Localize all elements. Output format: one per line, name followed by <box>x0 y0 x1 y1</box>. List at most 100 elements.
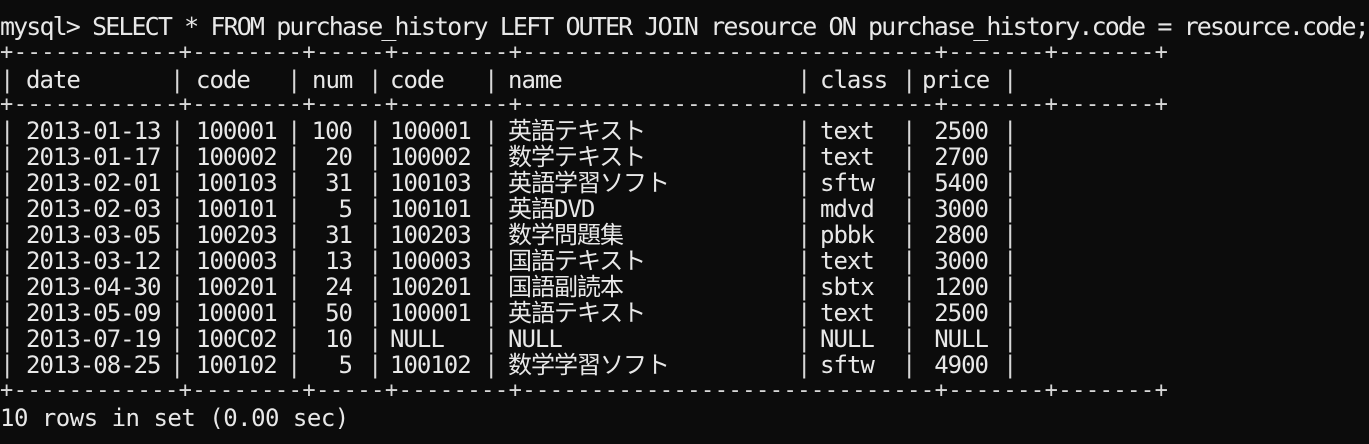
column-separator: | <box>0 299 15 327</box>
column-separator: | <box>0 143 15 171</box>
command-line: mysql> SELECT * FROM purchase_history LE… <box>0 10 1369 44</box>
column-separator: | <box>170 117 185 145</box>
column-separator: | <box>1003 299 1018 327</box>
price-cell: 2500 <box>934 299 989 327</box>
status-line: 10 rows in set (0.00 sec) <box>0 404 349 432</box>
column-separator: | <box>797 195 812 223</box>
column-separator: | <box>368 66 383 94</box>
resource-code-cell: 100003 <box>390 247 472 275</box>
column-separator: | <box>0 325 15 353</box>
resource-code-cell: 100001 <box>390 117 472 145</box>
class-cell: sftw <box>820 169 875 197</box>
column-separator: | <box>797 66 812 94</box>
column-separator: | <box>1003 247 1018 275</box>
column-separator: | <box>902 273 917 301</box>
resource-code-cell: 100203 <box>390 221 472 249</box>
num-cell: 5 <box>338 195 353 223</box>
column-separator: | <box>902 117 917 145</box>
column-separator: | <box>0 195 15 223</box>
column-separator: | <box>170 66 185 94</box>
column-separator: | <box>170 299 185 327</box>
resource-code-cell: 100101 <box>390 195 472 223</box>
class-cell: sbtx <box>820 273 875 301</box>
column-separator: | <box>902 325 917 353</box>
column-separator: | <box>1003 143 1018 171</box>
column-separator: | <box>797 299 812 327</box>
column-separator: | <box>1003 273 1018 301</box>
date-cell: 2013-02-03 <box>26 195 161 223</box>
table-border-top: +------------+--------+-----+--------+--… <box>0 40 1169 65</box>
table-border-bottom: +------------+--------+-----+--------+--… <box>0 378 1169 403</box>
column-header-class: class <box>820 66 888 94</box>
price-cell: 2500 <box>934 117 989 145</box>
column-separator: | <box>287 143 302 171</box>
column-separator: | <box>902 169 917 197</box>
column-header-num: num <box>312 66 353 94</box>
table-row: 2013-02-01 100103 31 100103 英語学習ソフト sftw 5400 |… <box>0 170 1020 196</box>
column-separator: | <box>1003 221 1018 249</box>
column-separator: | <box>902 299 917 327</box>
column-separator: | <box>902 351 917 379</box>
column-separator: | <box>368 195 383 223</box>
class-cell: mdvd <box>820 195 875 223</box>
price-cell: 3000 <box>934 247 989 275</box>
column-separator: | <box>170 325 185 353</box>
date-cell: 2013-03-05 <box>26 221 161 249</box>
column-separator: | <box>287 117 302 145</box>
terminal-window[interactable]: mysql> SELECT * FROM purchase_history LE… <box>0 0 1369 444</box>
column-separator: | <box>170 143 185 171</box>
resource-code-cell: 100201 <box>390 273 472 301</box>
column-separator: | <box>902 66 917 94</box>
column-separator: | <box>1003 351 1018 379</box>
column-separator: | <box>1003 325 1018 353</box>
column-separator: | <box>1003 117 1018 145</box>
class-cell: pbbk <box>820 221 875 249</box>
column-separator: | <box>797 143 812 171</box>
column-separator: | <box>797 169 812 197</box>
column-separator: | <box>484 247 499 275</box>
column-separator: | <box>170 247 185 275</box>
column-separator: | <box>368 299 383 327</box>
resource-code-cell: 100002 <box>390 143 472 171</box>
code-cell: 100103 <box>196 169 278 197</box>
column-separator: | <box>170 351 185 379</box>
code-cell: 100001 <box>196 117 278 145</box>
table-header-row: date code num code name class price | | | | | | | | <box>0 66 1020 94</box>
column-separator: | <box>484 143 499 171</box>
column-separator: | <box>170 195 185 223</box>
column-separator: | <box>484 66 499 94</box>
num-cell: 24 <box>325 273 353 301</box>
name-cell: NULL <box>508 325 563 353</box>
code-cell: 100102 <box>196 351 278 379</box>
resource-code-cell: 100001 <box>390 299 472 327</box>
column-separator: | <box>0 169 15 197</box>
column-separator: | <box>902 221 917 249</box>
mysql-prompt: mysql> <box>0 12 81 41</box>
column-separator: | <box>170 169 185 197</box>
class-cell: text <box>820 247 875 275</box>
code-cell: 100001 <box>196 299 278 327</box>
name-cell: 数学問題集 <box>508 221 624 249</box>
column-separator: | <box>484 117 499 145</box>
column-header-code-resource: code <box>390 66 445 94</box>
num-cell: 31 <box>325 169 353 197</box>
column-header-name: name <box>508 66 563 94</box>
column-separator: | <box>1003 169 1018 197</box>
price-cell: 4900 <box>934 351 989 379</box>
column-separator: | <box>368 351 383 379</box>
code-cell: 100201 <box>196 273 278 301</box>
code-cell: 100203 <box>196 221 278 249</box>
table-row: 2013-03-05 100203 31 100203 数学問題集 pbbk 2800 | | |… <box>0 222 1020 248</box>
column-separator: | <box>484 169 499 197</box>
date-cell: 2013-02-01 <box>26 169 161 197</box>
name-cell: 国語テキスト <box>508 247 646 275</box>
date-cell: 2013-08-25 <box>26 351 161 379</box>
column-separator: | <box>287 247 302 275</box>
price-cell: NULL <box>934 325 989 353</box>
column-separator: | <box>797 325 812 353</box>
column-separator: | <box>902 247 917 275</box>
column-separator: | <box>368 221 383 249</box>
date-cell: 2013-04-30 <box>26 273 161 301</box>
column-separator: | <box>287 351 302 379</box>
column-separator: | <box>368 143 383 171</box>
